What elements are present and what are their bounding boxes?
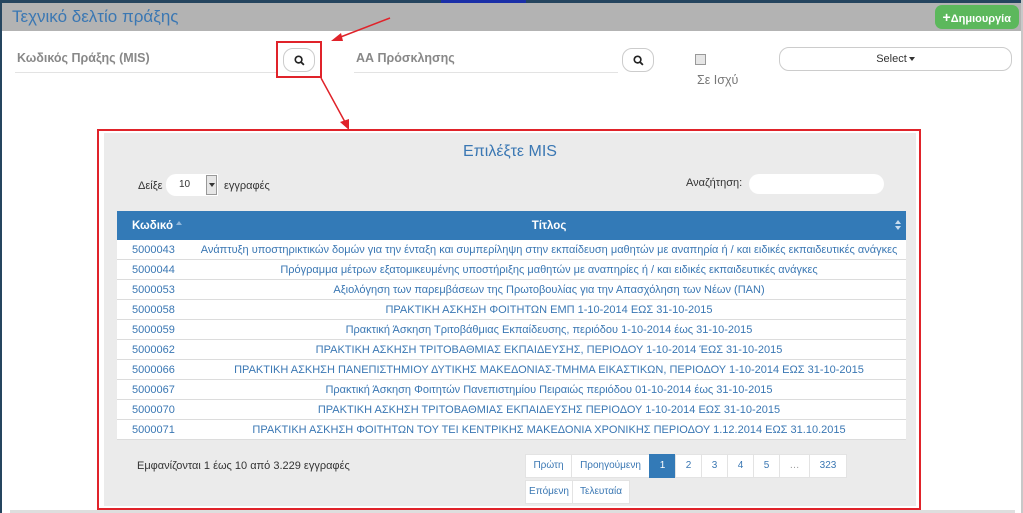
row-code[interactable]: 5000071 [117, 419, 192, 440]
table-row[interactable]: 5000059 Πρακτική Άσκηση Τριτοβάθμιας Εκπα… [117, 319, 906, 340]
row-title[interactable]: ΠΡΑΚΤΙΚΗ ΑΣΚΗΣΗ ΦΟΙΤΗΤΩΝ ΕΜΠ 1-10-2014 Ε… [192, 299, 906, 320]
table-row[interactable]: 5000067 Πρακτική Άσκηση Φοιτητών Πανεπιστ… [117, 379, 906, 400]
row-code[interactable]: 5000062 [117, 339, 192, 360]
table-row[interactable]: 5000053 Αξιολόγηση των παρεμβάσεων της Πρ… [117, 279, 906, 300]
annotation-arrowhead-1 [331, 33, 343, 41]
table-row[interactable]: 5000062 ΠΡΑΚΤΙΚΗ ΑΣΚΗΣΗ ΤΡΙΤΟΒΑΘΜΙΑΣ ΕΚΠΑ… [117, 339, 906, 360]
page-first-button[interactable]: Πρώτη [525, 454, 572, 478]
column-header-code-label: Κωδικό [132, 219, 173, 232]
page-length-arrow[interactable] [206, 175, 217, 195]
page-2-button[interactable]: 2 [675, 454, 702, 478]
page-4-button[interactable]: 4 [727, 454, 754, 478]
table-header-row: Κωδικό Τίτλος [117, 211, 906, 240]
annotation-arrow-2 [320, 77, 346, 123]
table-row[interactable]: 5000070 ΠΡΑΚΤΙΚΗ ΑΣΚΗΣΗ ΤΡΙΤΟΒΑΘΜΙΑΣ ΕΚΠΑ… [117, 399, 906, 420]
row-code[interactable]: 5000044 [117, 259, 192, 280]
row-title[interactable]: Πρακτική Άσκηση Φοιτητών Πανεπιστημίου Π… [192, 379, 906, 400]
row-code[interactable]: 5000070 [117, 399, 192, 420]
page-last-number-button[interactable]: 323 [809, 454, 847, 478]
row-title[interactable]: ΠΡΑΚΤΙΚΗ ΑΣΚΗΣΗ ΤΡΙΤΟΒΑΘΜΙΑΣ ΕΚΠΑΙΔΕΥΣΗΣ… [192, 339, 906, 360]
caret-down-icon [208, 183, 215, 187]
column-header-title[interactable]: Τίτλος [192, 211, 906, 240]
mis-table: Κωδικό Τίτλος 5000043 Ανάπτυξη υποστηρικτ… [117, 211, 906, 440]
table-row[interactable]: 5000043 Ανάπτυξη υποστηρικτικών δομών για… [117, 240, 906, 260]
row-title[interactable]: Πρακτική Άσκηση Τριτοβάθμιας Εκπαίδευσης… [192, 319, 906, 340]
column-header-title-label: Τίτλος [531, 219, 567, 232]
page-next-button[interactable]: Επόμενη [525, 480, 573, 504]
row-title[interactable]: Ανάπτυξη υποστηρικτικών δομών για την έν… [192, 240, 906, 260]
row-code[interactable]: 5000058 [117, 299, 192, 320]
page-previous-button[interactable]: Προηγούμενη [571, 454, 650, 478]
column-header-code[interactable]: Κωδικό [117, 211, 192, 240]
sort-both-icon [895, 220, 902, 230]
table-row[interactable]: 5000066 ΠΡΑΚΤΙΚΗ ΑΣΚΗΣΗ ΠΑΝΕΠΙΣΤΗΜΙΟΥ ΔΥΤ… [117, 359, 906, 380]
page-3-button[interactable]: 3 [701, 454, 728, 478]
row-title[interactable]: ΠΡΑΚΤΙΚΗ ΑΣΚΗΣΗ ΦΟΙΤΗΤΩΝ ΤΟΥ ΤΕΙ ΚΕΝΤΡΙΚ… [192, 419, 906, 440]
row-title[interactable]: ΠΡΑΚΤΙΚΗ ΑΣΚΗΣΗ ΤΡΙΤΟΒΑΘΜΙΑΣ ΕΚΠΑΙΔΕΥΣΗΣ… [192, 399, 906, 420]
row-code[interactable]: 5000059 [117, 319, 192, 340]
page-ellipsis: … [779, 454, 810, 478]
row-code[interactable]: 5000067 [117, 379, 192, 400]
table-row[interactable]: 5000071 ΠΡΑΚΤΙΚΗ ΑΣΚΗΣΗ ΦΟΙΤΗΤΩΝ ΤΟΥ ΤΕΙ … [117, 419, 906, 440]
search-label: Αναζήτηση: [686, 177, 743, 189]
row-code[interactable]: 5000053 [117, 279, 192, 300]
table-search-input[interactable] [749, 174, 884, 194]
row-code[interactable]: 5000066 [117, 359, 192, 380]
modal-title: Επιλέξτε MIS [463, 143, 557, 160]
row-title[interactable]: Πρόγραμμα μέτρων εξατομικευμένης υποστήρ… [192, 259, 906, 280]
page-last-button[interactable]: Τελευταία [572, 480, 630, 504]
row-code[interactable]: 5000043 [117, 240, 192, 260]
page-1-button[interactable]: 1 [649, 454, 676, 478]
row-title[interactable]: ΠΡΑΚΤΙΚΗ ΑΣΚΗΣΗ ΠΑΝΕΠΙΣΤΗΜΙΟΥ ΔΥΤΙΚΗΣ ΜΑ… [192, 359, 906, 380]
sort-asc-icon [175, 221, 182, 226]
page-5-button[interactable]: 5 [753, 454, 780, 478]
mis-picker-modal: Επιλέξτε MIS Δείξε 10 εγγραφές Αναζήτηση… [104, 133, 916, 506]
row-title[interactable]: Αξιολόγηση των παρεμβάσεων της Πρωτοβουλ… [192, 279, 906, 300]
show-label: Δείξε [138, 180, 163, 192]
table-row[interactable]: 5000058 ΠΡΑΚΤΙΚΗ ΑΣΚΗΣΗ ΦΟΙΤΗΤΩΝ ΕΜΠ 1-10… [117, 299, 906, 320]
annotation-arrow-1 [337, 17, 391, 39]
table-info: Εμφανίζονται 1 έως 10 από 3.229 εγγραφές [137, 460, 350, 472]
entries-label: εγγραφές [224, 180, 270, 192]
table-row[interactable]: 5000044 Πρόγραμμα μέτρων εξατομικευμένης … [117, 259, 906, 280]
